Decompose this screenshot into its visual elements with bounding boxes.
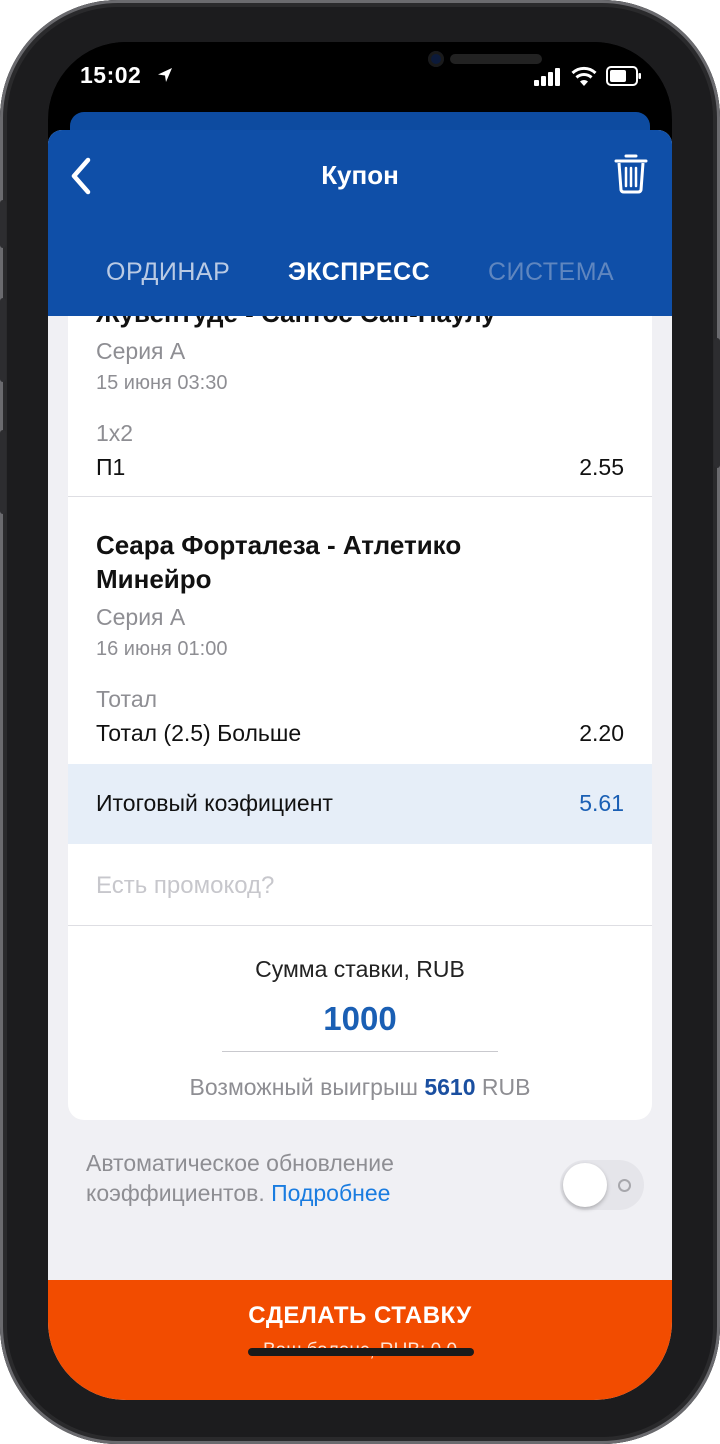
possible-win-amount: 5610 [424, 1074, 476, 1100]
bet-league: Серия А [96, 604, 186, 630]
cellular-signal-icon [534, 68, 560, 86]
home-indicator[interactable] [248, 1348, 474, 1356]
coupon-header: Купон ОРДИНАР ЭКСПРЕСС СИСТЕМА [48, 130, 672, 316]
trash-icon[interactable] [614, 152, 648, 194]
stake-amount-value: 1000 [323, 1000, 397, 1037]
place-bet-button[interactable]: СДЕЛАТЬ СТАВКУ Ваш баланс, RUB: 0.0 [48, 1280, 672, 1400]
auto-update-toggle[interactable] [560, 1160, 644, 1210]
stake-amount-input[interactable]: 1000 [222, 988, 498, 1052]
possible-win-currency: RUB [481, 1074, 531, 1100]
status-bar: 15:02 [48, 42, 672, 112]
power-button [714, 338, 720, 468]
tab-system[interactable]: СИСТЕМА [488, 258, 614, 287]
mute-switch [0, 200, 6, 248]
auto-update-description: Автоматическое обновление коэффициентов.… [86, 1148, 506, 1208]
total-odds-value: 5.61 [579, 790, 624, 816]
tab-single[interactable]: ОРДИНАР [106, 258, 230, 287]
bet-match-title: Сеара Форталеза - Атлетико Минейро [96, 530, 462, 594]
bet-odds: 2.20 [579, 720, 624, 746]
toggle-knob [563, 1163, 607, 1207]
promo-code-placeholder: Есть промокод? [96, 872, 275, 899]
bet-datetime: 16 июня 01:00 [96, 638, 228, 660]
volume-down-button [0, 430, 6, 514]
camera [428, 51, 444, 67]
possible-win-label: Возможный выигрыш [189, 1074, 418, 1100]
bet-datetime: 15 июня 03:30 [96, 372, 228, 394]
notch [184, 42, 542, 90]
wifi-icon [571, 66, 597, 86]
bet-divider [68, 496, 652, 497]
stake-label: Сумма ставки, RUB [255, 956, 465, 982]
page-title: Купон [321, 160, 399, 190]
volume-up-button [0, 298, 6, 382]
bet-market: 1х2 [96, 420, 134, 446]
location-arrow-icon [158, 68, 172, 82]
bet-outcome: Тотал (2.5) Больше [96, 720, 302, 746]
more-info-link[interactable]: Подробнее [271, 1180, 390, 1206]
toggle-off-indicator [618, 1179, 631, 1192]
bet-match-title: Жувентуде - Сантос Сан-Паулу [96, 316, 496, 329]
total-odds-label: Итоговый коэфициент [96, 790, 333, 816]
total-odds-row: Итоговый коэфициент 5.61 [68, 764, 652, 844]
status-time: 15:02 [80, 62, 142, 88]
bet-odds: 2.55 [579, 454, 624, 480]
bet-card: Жувентуде - Сантос Сан-Паулу Серия А 15 … [68, 316, 652, 1120]
speaker [450, 54, 542, 64]
promo-code-field[interactable]: Есть промокод? [68, 844, 652, 926]
bet-market: Тотал [96, 686, 158, 712]
tab-express[interactable]: ЭКСПРЕСС [288, 258, 430, 287]
bet-outcome: П1 [96, 454, 126, 480]
phone-screen: 15:02 Купон ОРДИНАР ЭКСПРЕСС СИСТЕМА Сер… [48, 42, 672, 1400]
possible-win: Возможный выигрыш 5610 RUB [68, 1074, 652, 1101]
battery-icon [606, 66, 641, 86]
bet-type-tabs: ОРДИНАР ЭКСПРЕСС СИСТЕМА [48, 248, 672, 298]
coupon-content: Жувентуде - Сантос Сан-Паулу Серия А 15 … [48, 316, 672, 1400]
place-bet-label: СДЕЛАТЬ СТАВКУ [248, 1302, 472, 1329]
bet-league: Серия А [96, 338, 186, 364]
coupon-sheet: Купон ОРДИНАР ЭКСПРЕСС СИСТЕМА Жувентуде… [48, 130, 672, 1400]
